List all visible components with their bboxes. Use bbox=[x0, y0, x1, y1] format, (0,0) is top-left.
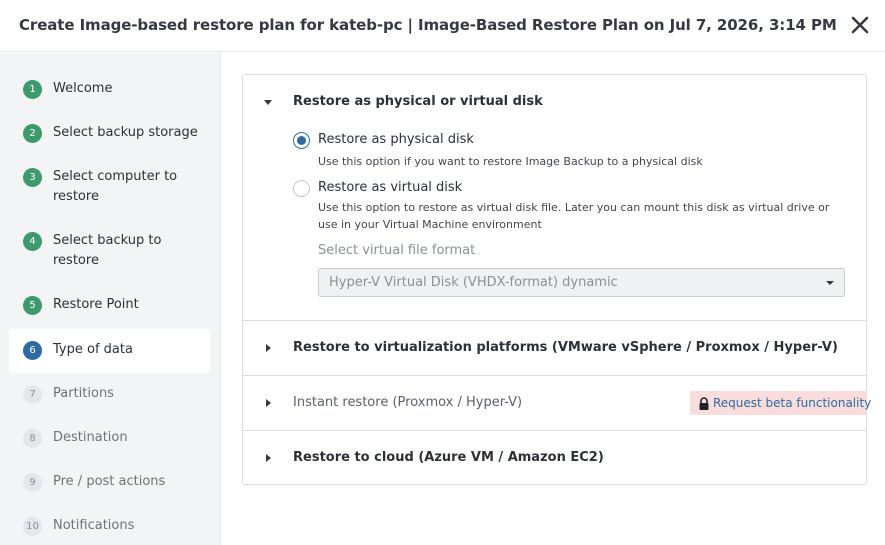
virtual-format-select[interactable]: Hyper-V Virtual Disk (VHDX-format) dynam… bbox=[318, 268, 845, 297]
chevron-right-icon bbox=[266, 454, 271, 462]
chevron-down-icon bbox=[264, 100, 272, 105]
section-header[interactable]: Restore to cloud (Azure VM / Amazon EC2) bbox=[243, 431, 866, 486]
section-header[interactable]: Restore as physical or virtual disk bbox=[243, 75, 866, 130]
option-label: Restore as virtual disk bbox=[318, 180, 463, 195]
lock-icon bbox=[698, 396, 710, 410]
step-destination[interactable]: 8 Destination bbox=[9, 419, 210, 459]
step-number: 10 bbox=[23, 517, 42, 536]
step-label: Select backup storage bbox=[53, 125, 198, 140]
chevron-down-icon bbox=[826, 281, 834, 285]
step-number: 9 bbox=[23, 473, 42, 492]
section-title: Restore to cloud (Azure VM / Amazon EC2) bbox=[293, 450, 604, 465]
step-number: 7 bbox=[23, 385, 42, 404]
restore-type-panel: Restore as physical or virtual disk Rest… bbox=[242, 74, 871, 486]
option-description: Use this option to restore as virtual di… bbox=[318, 201, 830, 231]
step-number: 3 bbox=[23, 168, 42, 187]
section-title: Restore as physical or virtual disk bbox=[293, 94, 543, 109]
step-label: Restore Point bbox=[53, 297, 139, 312]
step-number: 8 bbox=[23, 429, 42, 448]
section-restore-to-cloud: Restore to cloud (Azure VM / Amazon EC2) bbox=[243, 431, 866, 486]
beta-label: Request beta functionality bbox=[713, 396, 872, 410]
step-welcome[interactable]: 1 Welcome bbox=[9, 69, 210, 111]
option-label: Restore as physical disk bbox=[318, 132, 474, 147]
option-description: Use this option if you want to restore I… bbox=[318, 155, 703, 168]
step-label: Notifications bbox=[53, 518, 135, 533]
step-number: 4 bbox=[23, 232, 42, 251]
close-icon[interactable] bbox=[849, 14, 871, 36]
step-select-backup[interactable]: 4 Select backup to restore bbox=[9, 221, 210, 283]
section-title: Restore to virtualization platforms (VMw… bbox=[293, 340, 838, 355]
step-label: Type of data bbox=[53, 342, 133, 357]
step-pre-post-actions[interactable]: 9 Pre / post actions bbox=[9, 463, 210, 503]
section-header[interactable]: Restore to virtualization platforms (VMw… bbox=[243, 321, 866, 376]
chevron-right-icon bbox=[266, 399, 271, 407]
step-number: 2 bbox=[23, 124, 42, 143]
step-number: 5 bbox=[23, 296, 42, 315]
step-number: 1 bbox=[23, 80, 42, 99]
radio-virtual-disk[interactable] bbox=[293, 180, 310, 197]
section-virtualization-platforms: Restore to virtualization platforms (VMw… bbox=[243, 321, 866, 376]
step-notifications[interactable]: 10 Notifications bbox=[9, 507, 210, 545]
section-physical-virtual-disk: Restore as physical or virtual disk Rest… bbox=[243, 75, 866, 321]
section-instant-restore: Instant restore (Proxmox / Hyper-V) Requ… bbox=[243, 376, 871, 431]
chevron-right-icon bbox=[266, 344, 271, 352]
step-restore-point[interactable]: 5 Restore Point bbox=[9, 285, 210, 327]
select-value: Hyper-V Virtual Disk (VHDX-format) dynam… bbox=[329, 275, 618, 290]
section-title: Instant restore (Proxmox / Hyper-V) bbox=[293, 395, 523, 410]
dialog-header: Create Image-based restore plan for kate… bbox=[0, 0, 885, 52]
step-type-of-data[interactable]: 6 Type of data bbox=[9, 329, 210, 373]
step-label: Welcome bbox=[53, 81, 113, 96]
wizard-sidebar: 1 Welcome 2 Select backup storage 3 Sele… bbox=[0, 53, 221, 545]
request-beta-button[interactable]: Request beta functionality bbox=[690, 391, 871, 415]
step-select-computer[interactable]: 3 Select computer to restore bbox=[9, 157, 210, 219]
step-label: Partitions bbox=[53, 386, 114, 401]
step-label: Destination bbox=[53, 430, 128, 445]
step-label: Select computer to restore bbox=[53, 169, 178, 204]
step-number: 6 bbox=[23, 341, 42, 360]
step-select-backup-storage[interactable]: 2 Select backup storage bbox=[9, 113, 210, 155]
step-label: Pre / post actions bbox=[53, 474, 166, 489]
dialog-title: Create Image-based restore plan for kate… bbox=[19, 16, 837, 34]
format-label: Select virtual file format bbox=[318, 243, 476, 258]
radio-physical-disk[interactable] bbox=[293, 132, 310, 149]
step-label: Select backup to restore bbox=[53, 233, 162, 268]
step-partitions[interactable]: 7 Partitions bbox=[9, 375, 210, 415]
